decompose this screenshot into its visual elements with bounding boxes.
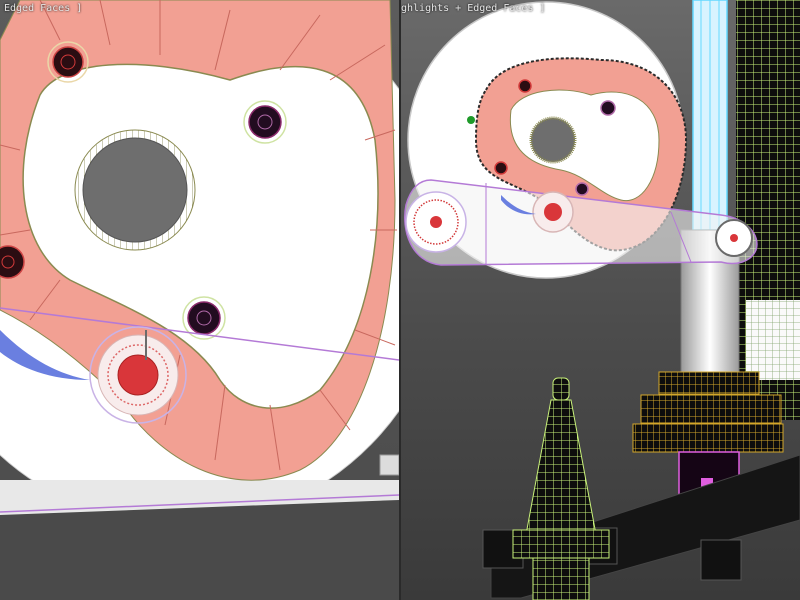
follower-bearing[interactable]: [89, 326, 187, 424]
bolt-small-3[interactable]: [494, 161, 508, 175]
link-bearing-cam[interactable]: [532, 191, 574, 233]
gear-lower[interactable]: [632, 423, 784, 453]
bolt-small-1[interactable]: [518, 79, 532, 93]
link-bearing-right[interactable]: [715, 219, 753, 257]
bolt-hole-left[interactable]: [0, 245, 25, 279]
bolt-small-2[interactable]: [600, 100, 616, 116]
right-scene: [404, 0, 800, 600]
left-scene: [0, 0, 399, 600]
cam-center-bore: [82, 137, 188, 243]
gear-upper[interactable]: [658, 371, 760, 395]
green-marker[interactable]: [467, 116, 475, 124]
bolt-hole-top[interactable]: [47, 41, 89, 83]
viewport-left[interactable]: Edged Faces ]: [0, 0, 399, 600]
arm-clamp-right[interactable]: [700, 539, 742, 581]
bolt-small-4[interactable]: [575, 182, 589, 196]
gear-middle[interactable]: [640, 394, 782, 424]
edge-gear: [379, 454, 399, 476]
bolt-hole-right[interactable]: [243, 100, 287, 144]
viewport-right[interactable]: ghlights + Edged Faces ]: [401, 0, 800, 600]
link-bearing-left[interactable]: [405, 191, 467, 253]
3d-viewport-app: Edged Faces ] ghlights + Edged Faces]: [0, 0, 800, 600]
cam-lower-shadow: [0, 500, 399, 600]
viewport-label-right[interactable]: ghlights + Edged Faces ]: [401, 3, 546, 14]
viewport-label-left[interactable]: Edged Faces ]: [4, 3, 82, 14]
cam-center-hole-small[interactable]: [529, 116, 577, 164]
column-white: [746, 300, 800, 380]
